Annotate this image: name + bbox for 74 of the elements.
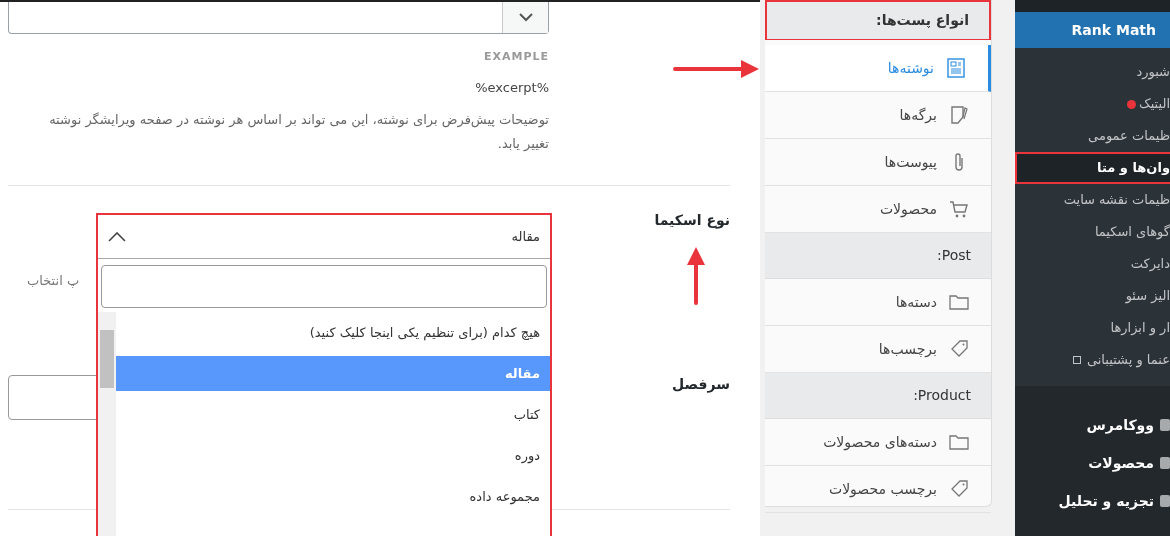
select-field[interactable] (8, 2, 549, 34)
arrow-icon (685, 245, 707, 305)
dropdown-option[interactable]: هیچ کدام (برای تنظیم یکی اینجا کلیک کنید) (116, 312, 550, 353)
item-label: دسته‌های محصولات (823, 432, 937, 453)
menu-label: محصولات (1088, 453, 1154, 474)
post-type-item[interactable]: برگه‌ها (765, 92, 991, 139)
post-type-item[interactable]: برچسب محصولات (765, 466, 991, 513)
post-type-item[interactable]: دسته‌های محصولات (765, 419, 991, 466)
submenu-item[interactable]: ظیمات عمومی (1015, 120, 1170, 152)
item-label: محصولات (879, 199, 937, 220)
submenu-item[interactable]: الیتیک (1015, 88, 1170, 120)
menu-label: وان‌ها و متا (1097, 159, 1170, 178)
item-label: برچسب محصولات (828, 479, 937, 500)
menu-item-active[interactable]: Rank Math (1015, 12, 1170, 48)
hint-text: پ انتخاب (27, 272, 80, 290)
menu-icon (1160, 457, 1170, 469)
submenu-item[interactable]: الیز سئو (1015, 280, 1170, 312)
menu-label: الیز سئو (1125, 287, 1170, 306)
scrollbar[interactable] (98, 312, 116, 536)
post-type-item[interactable]: دسته‌ها (765, 279, 991, 326)
chevron-up-icon (108, 231, 126, 242)
folder-icon (949, 292, 969, 312)
document-icon (946, 58, 966, 78)
item-label: برچسب‌ها (878, 339, 937, 360)
submenu-item[interactable]: گوهای اسکیما (1015, 216, 1170, 248)
menu-label: ووکامرس (1086, 415, 1154, 436)
submenu-item[interactable]: ظیمات نقشه سایت (1015, 184, 1170, 216)
dropdown-header[interactable]: مقاله (98, 215, 550, 259)
section-heading: انواع پست‌ها: (765, 0, 991, 40)
submenu-item[interactable]: وان‌ها و متا (1015, 152, 1170, 184)
menu-label: ظیمات نقشه سایت (1063, 191, 1170, 210)
menu-label: تجزیه و تحلیل (1058, 491, 1154, 512)
dropdown-option[interactable]: مجموعه داده (116, 476, 550, 517)
tag-icon (949, 479, 969, 499)
selected-value: مقاله (511, 227, 540, 246)
menu-icon (1160, 419, 1170, 431)
chevron-down-icon (518, 13, 533, 22)
field-label: نوع اسکیما (654, 211, 730, 231)
dropdown[interactable]: مقاله هیچ کدام (برای تنظیم یکی اینجا کلیک کنید) مقاله کتاب دوره مجموعه داده (96, 213, 552, 536)
menu-label: گوهای اسکیما (1094, 223, 1170, 242)
dropdown-option[interactable]: دوره (116, 435, 550, 476)
example-value: %excerpt% (475, 79, 549, 97)
dropdown-option[interactable]: کتاب (116, 394, 550, 435)
cart-icon (949, 199, 969, 219)
menu-icon (1160, 495, 1170, 507)
section-heading: Post: (765, 233, 991, 279)
menu-label: ار و ابزارها (1110, 319, 1170, 338)
tag-icon (949, 339, 969, 359)
submenu-item[interactable]: شبورد (1015, 56, 1170, 88)
item-label: نوشته‌ها (887, 58, 934, 79)
menu-label: الیتیک (1139, 95, 1170, 114)
menu-label: ظیمات عمومی (1088, 127, 1170, 146)
item-label: پیوست‌ها (884, 152, 937, 173)
admin-menu-item[interactable]: ووکامرس (1015, 406, 1170, 444)
admin-menu-item[interactable]: تجزیه و تحلیل (1015, 482, 1170, 520)
post-type-item[interactable]: پیوست‌ها (765, 139, 991, 186)
folder-icon (949, 432, 969, 452)
help-text: توضیحات پیش‌فرض برای نوشته، این می تواند بر اساس هر نوشته در صفحه ویرایشگر نوشته تغییر یابد. (49, 111, 549, 153)
section-heading: Product: (765, 373, 991, 419)
submenu-item[interactable]: عنما و پشتیبانی (1015, 344, 1170, 376)
item-label: برگه‌ها (899, 105, 937, 126)
search-field[interactable] (101, 265, 547, 308)
menu-label: عنما و پشتیبانی (1086, 351, 1170, 370)
page-icon (949, 105, 969, 125)
item-label: دسته‌ها (895, 292, 937, 312)
admin-menu-item[interactable]: محصولات (1015, 444, 1170, 482)
example-label: EXAMPLE (483, 49, 549, 65)
submenu-item[interactable]: دایرکت (1015, 248, 1170, 280)
post-type-item[interactable]: نوشته‌ها (765, 45, 991, 92)
menu-label: شبورد (1136, 63, 1170, 82)
submenu-item[interactable]: ار و ابزارها (1015, 312, 1170, 344)
arrow-icon (673, 58, 761, 80)
field-label: سرفصل (672, 375, 730, 395)
menu-label: دایرکت (1130, 255, 1170, 274)
